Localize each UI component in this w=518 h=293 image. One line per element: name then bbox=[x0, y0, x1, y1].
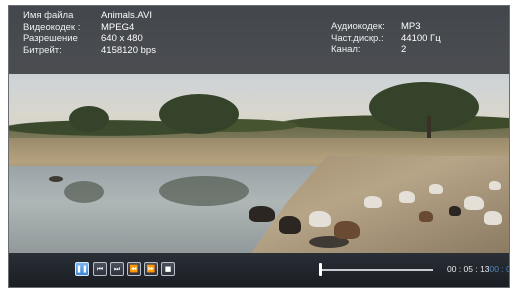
video-tree bbox=[159, 94, 239, 134]
info-label: Част.дискр.: bbox=[331, 32, 384, 44]
time-total: 00 : 06 bbox=[489, 264, 509, 274]
fast-forward-button[interactable]: ⏩ bbox=[144, 262, 158, 276]
info-label: Видеокодек : bbox=[23, 21, 81, 33]
info-row-audio-codec: Аудиокодек: MP3 bbox=[331, 21, 441, 33]
info-value: MPEG4 bbox=[101, 21, 135, 33]
video-goat bbox=[279, 216, 301, 234]
info-label: Разрешение bbox=[23, 33, 78, 44]
info-row-video-codec: Видеокодек : MPEG4 bbox=[23, 22, 156, 34]
video-player: Имя файла Animals.AVI Видеокодек : MPEG4 Р… bbox=[8, 5, 510, 288]
rewind-icon: ⏪ bbox=[129, 265, 139, 273]
video-goat bbox=[429, 184, 443, 194]
pause-button[interactable]: ❚❚ bbox=[75, 262, 89, 276]
seek-handle[interactable] bbox=[319, 263, 322, 276]
stop-icon: ■ bbox=[164, 265, 172, 273]
video-reflection bbox=[64, 181, 104, 203]
video-goat bbox=[334, 221, 360, 239]
info-value: 4158120 bps bbox=[101, 44, 156, 56]
info-value: Animals.AVI bbox=[101, 10, 153, 21]
info-row-resolution: Разрешение 640 x 480 bbox=[23, 33, 156, 45]
seek-bar[interactable] bbox=[319, 269, 433, 271]
info-label: Канал: bbox=[331, 44, 361, 55]
video-info-column: Имя файла Animals.AVI Видеокодек : MPEG4 Р… bbox=[23, 10, 156, 56]
video-reflection bbox=[159, 176, 249, 206]
info-label: Аудиокодек: bbox=[331, 21, 385, 32]
info-label: Имя файла bbox=[23, 10, 74, 21]
info-row-channels: Канал: 2 bbox=[331, 44, 441, 56]
info-row-sample-rate: Част.дискр.: 44100 Гц bbox=[331, 33, 441, 45]
pause-icon: ❚❚ bbox=[76, 265, 88, 273]
video-goat bbox=[309, 211, 331, 227]
time-current: 00 : 05 : 13 bbox=[447, 264, 490, 274]
video-goat bbox=[249, 206, 275, 222]
video-goat bbox=[399, 191, 415, 203]
video-goat bbox=[364, 196, 382, 208]
info-value: 2 bbox=[401, 44, 407, 55]
media-info-overlay: Имя файла Animals.AVI Видеокодек : MPEG4 Р… bbox=[9, 6, 509, 74]
info-value: 44100 Гц bbox=[401, 32, 441, 44]
info-row-filename: Имя файла Animals.AVI bbox=[23, 10, 156, 22]
stop-button[interactable]: ■ bbox=[161, 262, 175, 276]
video-goat bbox=[489, 181, 501, 190]
rewind-button[interactable]: ⏪ bbox=[127, 262, 141, 276]
video-tree bbox=[369, 82, 479, 132]
fast-forward-icon: ⏩ bbox=[146, 265, 156, 273]
previous-button[interactable]: ⏮ bbox=[93, 262, 107, 276]
info-value: 640 x 480 bbox=[101, 33, 143, 44]
control-bar: ❚❚ ⏮ ⏭ ⏪ ⏩ ■ 00 : 05 : 1300 : 06 bbox=[9, 253, 509, 287]
audio-info-column: Аудиокодек: MP3 Част.дискр.: 44100 Гц Кана… bbox=[331, 21, 441, 56]
video-goat bbox=[464, 196, 484, 210]
skip-forward-icon: ⏭ bbox=[113, 265, 121, 273]
info-value: MP3 bbox=[401, 21, 421, 32]
video-goat bbox=[419, 211, 433, 222]
video-goat bbox=[484, 211, 502, 225]
video-tree bbox=[69, 106, 109, 132]
info-label: Битрейт: bbox=[23, 44, 62, 56]
info-row-bitrate: Битрейт: 4158120 bps bbox=[23, 45, 156, 57]
next-button[interactable]: ⏭ bbox=[110, 262, 124, 276]
time-display: 00 : 05 : 1300 : 06 bbox=[447, 264, 509, 274]
video-goat bbox=[449, 206, 461, 216]
skip-back-icon: ⏮ bbox=[96, 265, 104, 273]
video-rock bbox=[49, 176, 63, 182]
